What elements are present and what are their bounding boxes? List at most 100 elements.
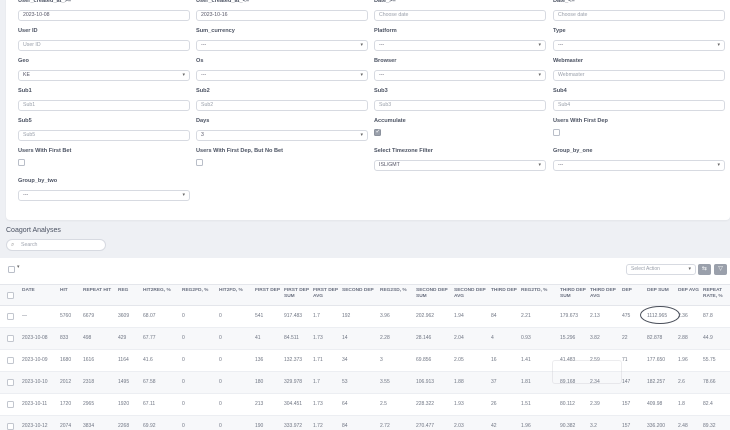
column-header[interactable]: HIT2FD, % xyxy=(219,288,253,294)
column-header[interactable]: THIRD DEP SUM xyxy=(560,288,590,299)
table-cell: 71 xyxy=(622,357,628,363)
chevron-down-icon: ▾ xyxy=(717,162,720,168)
table-header: DATE HIT REPEAT HIT REG HIT2REG, % REG2FD, % H… xyxy=(0,284,730,306)
table-cell: 2023-10-11 xyxy=(22,401,48,407)
label-platform: Platform xyxy=(374,28,397,34)
column-header[interactable]: REPEAT HIT xyxy=(83,288,117,294)
table-cell: 87.8 xyxy=(703,313,713,319)
column-header[interactable]: DEP AVG xyxy=(678,288,702,294)
table-cell: 84 xyxy=(342,423,348,429)
select-type[interactable]: --- ▾ xyxy=(553,40,725,51)
table-cell: 136 xyxy=(255,357,264,363)
table-cell: 53 xyxy=(342,379,348,385)
table-row[interactable]: — 5760 6679 3609 68.07 0 0 541 917.483 1.7 192 3.96… xyxy=(0,306,730,328)
row-checkbox[interactable] xyxy=(7,357,14,364)
checkbox-users_first_bet[interactable] xyxy=(18,159,25,166)
table-cell: 2074 xyxy=(60,423,72,429)
column-header[interactable]: SECOND DEP SUM xyxy=(416,288,452,299)
table-cell: 2.13 xyxy=(590,313,600,319)
input-user_id[interactable]: User ID xyxy=(18,40,190,51)
select-group_by_one[interactable]: --- ▾ xyxy=(553,160,725,171)
table-cell: 69.856 xyxy=(416,357,432,363)
search-placeholder: Search xyxy=(21,242,38,248)
table-cell: 192 xyxy=(342,313,351,319)
column-header[interactable]: REPEAT RATE, % xyxy=(703,288,729,299)
table-row[interactable]: 2023-10-11 1720 2965 1920 67.11 0 0 213 304.451 1… xyxy=(0,394,730,416)
checkbox-users_first_dep[interactable] xyxy=(553,129,560,136)
select-platform[interactable]: --- ▾ xyxy=(374,40,546,51)
input-webmaster[interactable]: Webmaster xyxy=(553,70,725,81)
table-cell: 147 xyxy=(622,379,631,385)
column-header[interactable]: REG2FD, % xyxy=(182,288,218,294)
header-checkbox[interactable] xyxy=(7,292,14,299)
table-cell: 2268 xyxy=(118,423,130,429)
filter-button[interactable]: ▽ xyxy=(714,264,727,275)
input-date_gte[interactable]: Choose date xyxy=(374,10,546,21)
column-header[interactable]: THIRD DEP AVG xyxy=(590,288,620,299)
column-header[interactable]: DATE xyxy=(22,288,58,294)
table-cell: 228.322 xyxy=(416,401,435,407)
input-sub3[interactable]: Sub3 xyxy=(374,100,546,111)
column-header[interactable]: FIRST DEP AVG xyxy=(313,288,341,299)
select-timezone_filter[interactable]: ISL/GMT ▾ xyxy=(374,160,546,171)
table-row[interactable]: 2023-10-08 833 498 429 67.77 0 0 41 84.511 1.73 14… xyxy=(0,328,730,350)
input-sub2[interactable]: Sub2 xyxy=(196,100,368,111)
table-cell: 67.11 xyxy=(143,401,156,407)
table-cell: 1495 xyxy=(118,379,130,385)
table-cell: 14 xyxy=(342,335,348,341)
search-input[interactable]: ⌕ Search xyxy=(6,239,106,251)
value-sub2: Sub2 xyxy=(201,102,214,108)
value-sub1: Sub1 xyxy=(23,102,36,108)
table-cell: 0 xyxy=(219,313,222,319)
input-sub4[interactable]: Sub4 xyxy=(553,100,725,111)
column-header[interactable]: HIT xyxy=(60,288,82,294)
column-header[interactable]: SECOND DEP xyxy=(342,288,378,294)
table-cell: 0.93 xyxy=(521,335,531,341)
table-cell: 2.05 xyxy=(454,357,464,363)
column-header[interactable]: HIT2REG, % xyxy=(143,288,179,294)
select-browser[interactable]: --- ▾ xyxy=(374,70,546,81)
column-header[interactable]: DEP SUM xyxy=(647,288,677,294)
table-cell: 42 xyxy=(491,423,497,429)
table-cell: 0 xyxy=(182,357,185,363)
select-sum_currency[interactable]: --- ▾ xyxy=(196,40,368,51)
label-users_first_bet: Users With First Bet xyxy=(18,148,72,154)
table-cell: 333.972 xyxy=(284,423,303,429)
column-header[interactable]: FIRST DEP SUM xyxy=(284,288,312,299)
select-group_by_two[interactable]: --- ▾ xyxy=(18,190,190,201)
input-user_created_at_gte[interactable]: 2023-10-08 xyxy=(18,10,190,21)
input-sub5[interactable]: Sub5 xyxy=(18,130,190,141)
select-geo[interactable]: KE ▾ xyxy=(18,70,190,81)
label-sub4: Sub4 xyxy=(553,88,567,94)
input-sub1[interactable]: Sub1 xyxy=(18,100,190,111)
table-cell: 106.913 xyxy=(416,379,435,385)
row-checkbox[interactable] xyxy=(7,313,14,320)
row-checkbox[interactable] xyxy=(7,379,14,386)
column-header[interactable]: DEP xyxy=(622,288,646,294)
value-date_lte: Choose date xyxy=(558,12,588,18)
column-header[interactable]: REG2TD, % xyxy=(521,288,557,294)
input-date_lte[interactable]: Choose date xyxy=(553,10,725,21)
column-header[interactable]: REG xyxy=(118,288,142,294)
column-header[interactable]: FIRST DEP xyxy=(255,288,283,294)
table-cell: 541 xyxy=(255,313,264,319)
table-row[interactable]: 2023-10-12 2074 3834 2268 69.92 0 0 190 333.972 1… xyxy=(0,416,730,430)
checkbox-users_first_dep_no_bet[interactable] xyxy=(196,159,203,166)
row-checkbox[interactable] xyxy=(7,335,14,342)
label-webmaster: Webmaster xyxy=(553,58,584,64)
row-checkbox[interactable] xyxy=(7,401,14,408)
checkbox-accumulate[interactable] xyxy=(374,128,381,136)
chevron-down-icon[interactable]: ▾ xyxy=(17,264,20,270)
select-os[interactable]: --- ▾ xyxy=(196,70,368,81)
column-header[interactable]: THIRD DEP xyxy=(491,288,519,294)
column-header[interactable]: SECOND DEP AVG xyxy=(454,288,490,299)
select-all-checkbox[interactable] xyxy=(8,266,15,273)
column-header[interactable]: REG2SD, % xyxy=(380,288,414,294)
table-cell: 3.82 xyxy=(590,335,600,341)
table-cell: 1.51 xyxy=(521,401,531,407)
input-user_created_at_lte[interactable]: 2023-10-16 xyxy=(196,10,368,21)
columns-button[interactable]: ⇆ xyxy=(698,264,711,275)
row-checkbox[interactable] xyxy=(7,423,14,430)
select-days[interactable]: 3 ▾ xyxy=(196,130,368,141)
select-action-dropdown[interactable]: Select Action ▾ xyxy=(626,264,696,275)
